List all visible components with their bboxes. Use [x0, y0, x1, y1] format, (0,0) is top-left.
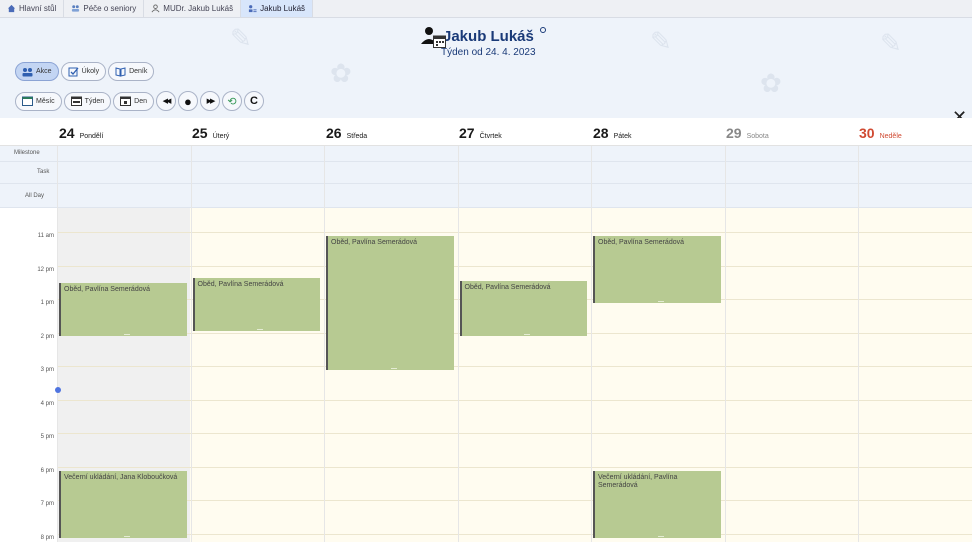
prev-button[interactable]: ◀◀ — [155, 91, 176, 111]
book-icon — [115, 66, 126, 77]
day-header-monday[interactable]: 24 Pondělí — [59, 125, 103, 141]
month-view-button[interactable]: Měsíc — [15, 91, 62, 111]
calendar-month-icon — [22, 96, 33, 106]
hour-label: 6 pm — [40, 467, 54, 474]
calendar-week-icon — [70, 96, 82, 106]
hour-line — [57, 500, 972, 501]
watermark-icon: ✿ — [760, 68, 782, 98]
hour-label: 8 pm — [40, 534, 54, 541]
calendar-header: ✎ ✿ ✎ ✿ ✎ Jakub Lukáš Týden od 24. 4. 20… — [0, 18, 972, 126]
hour-label: 4 pm — [40, 400, 54, 407]
column-separator — [324, 146, 325, 542]
column-separator — [858, 146, 859, 542]
column-separator — [57, 146, 58, 542]
column-separator — [591, 146, 592, 542]
calendar-event[interactable]: Oběd, Pavlína Semerádová — [59, 282, 187, 337]
day-header-thursday[interactable]: 27 Čtvrtek — [459, 125, 502, 141]
day-view-button[interactable]: Den — [113, 91, 154, 111]
range-toolbar: Měsíc Týden Den ◀◀ ● ▶▶ ⟲ C — [15, 91, 264, 111]
tab-user[interactable]: Jakub Lukáš — [241, 0, 314, 17]
diary-button[interactable]: Deník — [108, 62, 155, 81]
hour-line — [57, 466, 972, 468]
day-header-friday[interactable]: 28 Pátek — [593, 125, 631, 141]
hour-line — [57, 399, 972, 401]
sync-button[interactable]: ⟲ — [221, 91, 242, 111]
day-header-row: 24 Pondělí 25 Úterý 26 Středa 27 Čtvrtek 28 P… — [0, 118, 972, 146]
person-icon — [151, 4, 160, 13]
home-icon — [7, 4, 16, 13]
today-button[interactable]: ● — [177, 91, 198, 111]
tab-senior-care[interactable]: Péče o seniory — [64, 0, 145, 17]
tab-label: Hlavní stůl — [19, 4, 57, 13]
actions-button[interactable]: Akce — [15, 62, 59, 81]
hour-label: 5 pm — [40, 434, 54, 440]
hour-line — [57, 533, 972, 535]
calendar-event[interactable]: Večerní ukládání, Jana Kloboučková — [59, 470, 187, 538]
tab-bar: Hlavní stůl Péče o seniory MUDr. Jakub L… — [0, 0, 972, 18]
day-header-saturday[interactable]: 29 Sobota — [726, 125, 769, 141]
next-button[interactable]: ▶▶ — [199, 91, 220, 111]
people-icon — [72, 5, 80, 12]
calendar-day-icon — [120, 96, 132, 106]
all-day-row: All Day — [0, 184, 972, 208]
status-icon — [539, 27, 546, 33]
hour-label: 7 pm — [40, 501, 54, 507]
calendar-event[interactable]: Oběd, Pavlína Semerádová — [326, 236, 454, 370]
task-row: Task — [0, 162, 972, 184]
tab-label: Péče o seniory — [83, 4, 137, 13]
dot-icon: ● — [184, 93, 192, 109]
week-view-button[interactable]: Týden — [63, 91, 112, 111]
page-title: Jakub Lukáš — [443, 27, 534, 45]
rewind-icon: ◀◀ — [162, 98, 172, 105]
hour-line — [57, 433, 972, 434]
calendar-icon — [433, 35, 446, 48]
tab-home[interactable]: Hlavní stůl — [0, 0, 65, 17]
tab-label: MUDr. Jakub Lukáš — [163, 4, 234, 13]
column-separator — [725, 146, 726, 542]
tasks-button[interactable]: Úkoly — [60, 62, 107, 81]
tab-label: Jakub Lukáš — [260, 4, 306, 13]
calendar-event[interactable]: Večerní ukládání, Pavlína Semerádová — [593, 470, 721, 538]
day-header-wednesday[interactable]: 26 Středa — [326, 125, 367, 141]
hour-line — [57, 265, 972, 267]
week-subtitle: Týden od 24. 4. 2023 — [441, 47, 536, 58]
watermark-icon: ✿ — [330, 58, 352, 88]
hour-label: 11 am — [37, 233, 54, 239]
hour-line — [57, 232, 972, 233]
day-header-sunday[interactable]: 30 Neděle — [859, 125, 902, 141]
watermark-icon: ✎ — [650, 26, 672, 56]
hour-label: 2 pm — [40, 333, 54, 340]
user-list-icon — [248, 5, 257, 13]
view-toggle-group: Akce Úkoly Deník — [15, 62, 155, 81]
people-icon — [22, 67, 33, 76]
hour-label: 1 pm — [40, 300, 54, 306]
tab-doctor[interactable]: MUDr. Jakub Lukáš — [144, 0, 242, 17]
milestone-row: Milestone — [0, 146, 972, 162]
calendar-event[interactable]: Oběd, Pavlína Semerádová — [192, 277, 320, 332]
time-grid[interactable] — [57, 208, 972, 542]
calendar-event[interactable]: Oběd, Pavlína Semerádová — [593, 236, 721, 303]
watermark-icon: ✎ — [880, 28, 902, 58]
sync-icon: ⟲ — [227, 95, 237, 108]
watermark-icon: ✎ — [230, 23, 252, 53]
day-header-tuesday[interactable]: 25 Úterý — [192, 125, 229, 141]
refresh-button[interactable]: C — [243, 91, 264, 111]
refresh-icon: C — [250, 95, 258, 107]
column-separator — [458, 146, 459, 542]
hour-label: 3 pm — [40, 367, 54, 373]
hour-label: 12 pm — [37, 266, 54, 273]
current-time-indicator — [55, 387, 61, 393]
hour-line — [57, 366, 972, 367]
forward-icon: ▶▶ — [206, 98, 216, 105]
checkbox-icon — [68, 67, 79, 76]
calendar-event[interactable]: Oběd, Pavlína Semerádová — [459, 281, 587, 337]
column-separator — [191, 146, 192, 542]
